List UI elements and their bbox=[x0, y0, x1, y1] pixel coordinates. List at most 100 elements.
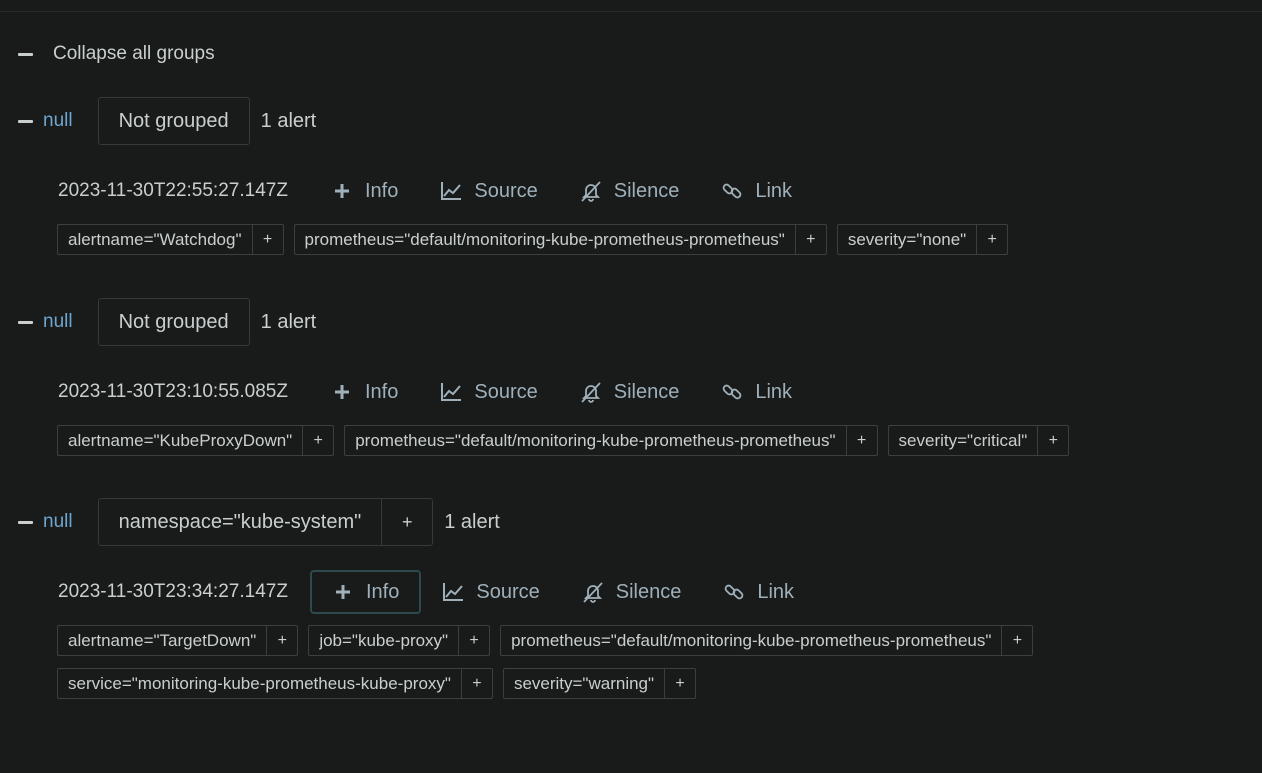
group-header: null Not grouped 1 alert bbox=[18, 97, 316, 145]
label-list: alertname="KubeProxyDown" + prometheus="… bbox=[57, 425, 1207, 456]
alert-row: 2023-11-30T22:55:27.147Z Info Source Sil… bbox=[58, 168, 813, 214]
group-collapse-toggle[interactable]: null bbox=[18, 311, 73, 333]
info-button[interactable]: Info bbox=[310, 370, 419, 414]
label-text[interactable]: alertname="KubeProxyDown" bbox=[58, 426, 302, 455]
silence-button[interactable]: Silence bbox=[559, 169, 701, 213]
group-label-box: Not grouped bbox=[97, 97, 250, 145]
group-label: Not grouped bbox=[118, 109, 229, 132]
link-label: Link bbox=[755, 380, 793, 403]
minus-icon bbox=[18, 52, 33, 56]
bell-slash-icon bbox=[580, 180, 602, 202]
label-chip: service="monitoring-kube-prometheus-kube… bbox=[57, 668, 493, 699]
alert-count: 1 alert bbox=[260, 109, 317, 132]
bell-slash-icon bbox=[582, 581, 604, 603]
group-toggle-label: null bbox=[43, 511, 73, 532]
source-button[interactable]: Source bbox=[421, 570, 560, 614]
group-label[interactable]: namespace="kube-system" bbox=[99, 499, 382, 545]
source-label: Source bbox=[474, 179, 538, 202]
group-toggle-label: null bbox=[43, 311, 73, 332]
label-chip: prometheus="default/monitoring-kube-prom… bbox=[344, 425, 878, 456]
source-button[interactable]: Source bbox=[419, 370, 558, 414]
label-text[interactable]: alertname="Watchdog" bbox=[58, 225, 252, 254]
group-collapse-toggle[interactable]: null bbox=[18, 110, 73, 132]
label-text[interactable]: prometheus="default/monitoring-kube-prom… bbox=[295, 225, 795, 254]
info-button[interactable]: Info bbox=[310, 570, 422, 614]
label-chip: severity="critical" + bbox=[887, 425, 1070, 456]
info-label: Info bbox=[365, 380, 399, 403]
bell-slash-icon bbox=[580, 381, 602, 403]
add-group-filter-button[interactable]: + bbox=[381, 499, 432, 545]
chart-line-icon bbox=[440, 180, 462, 202]
minus-icon bbox=[18, 320, 33, 324]
silence-label: Silence bbox=[613, 380, 680, 403]
plus-icon bbox=[332, 581, 354, 603]
silence-label: Silence bbox=[615, 580, 682, 603]
add-label-filter-button[interactable]: + bbox=[1001, 626, 1032, 655]
add-label-filter-button[interactable]: + bbox=[976, 225, 1007, 254]
plus-icon bbox=[331, 381, 353, 403]
link-button[interactable]: Link bbox=[700, 169, 813, 213]
group-header: null namespace="kube-system" + 1 alert bbox=[18, 498, 500, 546]
top-divider bbox=[0, 0, 1262, 12]
chart-line-icon bbox=[440, 381, 462, 403]
label-text[interactable]: severity="none" bbox=[838, 225, 976, 254]
silence-button[interactable]: Silence bbox=[561, 570, 703, 614]
group-collapse-toggle[interactable]: null bbox=[18, 511, 73, 533]
alert-row: 2023-11-30T23:10:55.085Z Info Source Sil… bbox=[58, 369, 813, 415]
add-label-filter-button[interactable]: + bbox=[251, 225, 283, 254]
link-icon bbox=[723, 581, 745, 603]
label-text[interactable]: severity="critical" bbox=[889, 426, 1038, 455]
label-chip: severity="none" + bbox=[836, 224, 1009, 255]
group-header: null Not grouped 1 alert bbox=[18, 298, 316, 346]
add-label-filter-button[interactable]: + bbox=[458, 626, 489, 655]
add-label-filter-button[interactable]: + bbox=[1037, 426, 1068, 455]
link-label: Link bbox=[757, 580, 795, 603]
info-label: Info bbox=[365, 179, 399, 202]
info-button[interactable]: Info bbox=[310, 169, 419, 213]
alert-timestamp: 2023-11-30T23:10:55.085Z bbox=[58, 381, 288, 402]
label-text[interactable]: prometheus="default/monitoring-kube-prom… bbox=[345, 426, 845, 455]
label-text[interactable]: severity="warning" bbox=[504, 669, 664, 698]
label-chip: prometheus="default/monitoring-kube-prom… bbox=[293, 224, 827, 255]
add-label-filter-button[interactable]: + bbox=[664, 669, 695, 698]
source-label: Source bbox=[476, 580, 540, 603]
label-chip: severity="warning" + bbox=[502, 668, 697, 699]
label-chip: alertname="KubeProxyDown" + bbox=[57, 425, 335, 456]
group-label-box: Not grouped bbox=[97, 298, 250, 346]
label-text[interactable]: alertname="TargetDown" bbox=[58, 626, 266, 655]
minus-icon bbox=[18, 520, 33, 524]
collapse-all-label: Collapse all groups bbox=[53, 43, 215, 64]
label-list: alertname="Watchdog" + prometheus="defau… bbox=[57, 224, 1207, 255]
link-button[interactable]: Link bbox=[700, 370, 813, 414]
collapse-all-groups-button[interactable]: Collapse all groups bbox=[18, 41, 215, 67]
alert-timestamp: 2023-11-30T22:55:27.147Z bbox=[58, 180, 288, 201]
add-label-filter-button[interactable]: + bbox=[266, 626, 297, 655]
minus-icon bbox=[18, 119, 33, 123]
label-chip: job="kube-proxy" + bbox=[308, 625, 491, 656]
info-label: Info bbox=[366, 580, 400, 603]
add-label-filter-button[interactable]: + bbox=[845, 426, 877, 455]
label-text[interactable]: job="kube-proxy" bbox=[309, 626, 458, 655]
add-label-filter-button[interactable]: + bbox=[302, 426, 333, 455]
link-icon bbox=[721, 381, 743, 403]
chart-line-icon bbox=[442, 581, 464, 603]
label-list: alertname="TargetDown" + job="kube-proxy… bbox=[57, 625, 1207, 699]
alert-count: 1 alert bbox=[444, 510, 500, 533]
alert-timestamp: 2023-11-30T23:34:27.147Z bbox=[58, 581, 288, 602]
label-chip: alertname="TargetDown" + bbox=[57, 625, 299, 656]
group-label: Not grouped bbox=[118, 310, 229, 333]
group-toggle-label: null bbox=[43, 110, 73, 131]
alert-row: 2023-11-30T23:34:27.147Z Info Source Sil… bbox=[58, 569, 815, 615]
link-button[interactable]: Link bbox=[702, 570, 815, 614]
label-text[interactable]: prometheus="default/monitoring-kube-prom… bbox=[501, 626, 1001, 655]
add-label-filter-button[interactable]: + bbox=[794, 225, 826, 254]
label-text[interactable]: service="monitoring-kube-prometheus-kube… bbox=[58, 669, 461, 698]
source-button[interactable]: Source bbox=[419, 169, 558, 213]
group-label-box: namespace="kube-system" + bbox=[97, 498, 434, 546]
source-label: Source bbox=[474, 380, 538, 403]
label-chip: alertname="Watchdog" + bbox=[57, 224, 284, 255]
add-label-filter-button[interactable]: + bbox=[460, 669, 492, 698]
link-icon bbox=[721, 180, 743, 202]
silence-label: Silence bbox=[613, 179, 680, 202]
silence-button[interactable]: Silence bbox=[559, 370, 701, 414]
